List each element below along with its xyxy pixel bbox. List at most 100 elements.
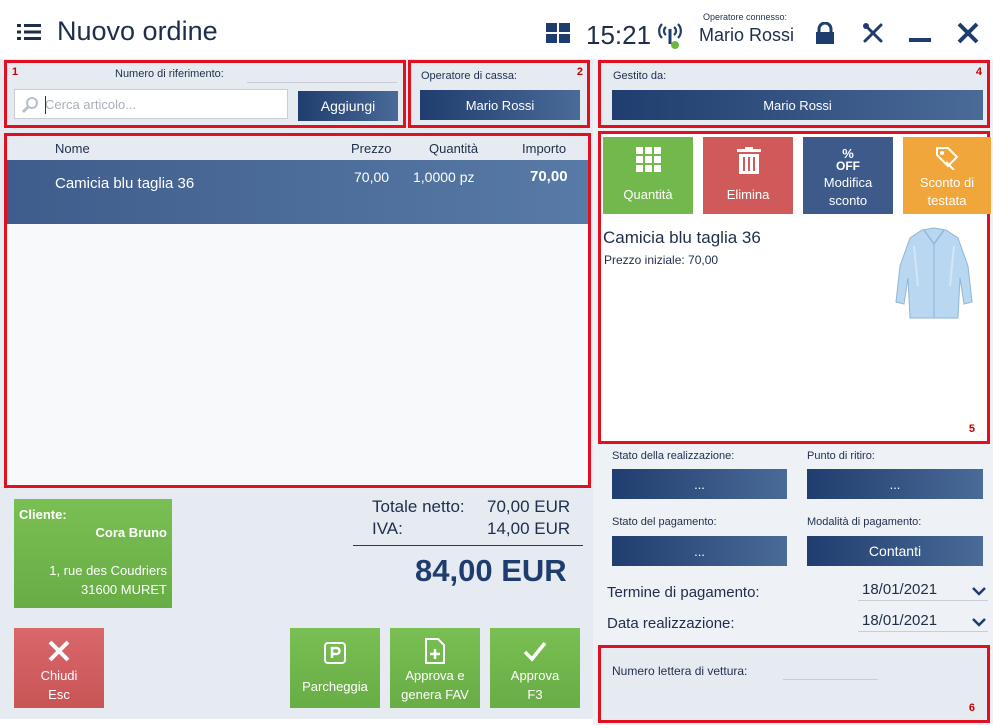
cashier-label: Operatore di cassa: bbox=[421, 70, 517, 82]
reference-underline bbox=[247, 82, 397, 83]
approve-invoice-line2: genera FAV bbox=[401, 687, 469, 702]
payment-state-label: Stato del pagamento: bbox=[612, 516, 717, 528]
chevron-down-icon[interactable] bbox=[972, 584, 986, 596]
add-button[interactable]: Aggiungi bbox=[298, 91, 398, 121]
column-quantity[interactable]: Quantità bbox=[429, 141, 478, 156]
table-row[interactable]: Camicia blu taglia 36 70,00 1,0000 pz 70… bbox=[7, 160, 588, 224]
payment-term-date[interactable]: 18/01/2021 bbox=[862, 581, 937, 598]
park-button[interactable]: Parcheggia bbox=[290, 628, 380, 708]
vat-value: 14,00 EUR bbox=[487, 519, 571, 538]
section-number: 5 bbox=[968, 423, 975, 435]
payment-mode-button[interactable]: Contanti bbox=[807, 536, 983, 566]
realization-date-label: Data realizzazione: bbox=[607, 615, 735, 632]
cashier-button[interactable]: Mario Rossi bbox=[420, 90, 580, 120]
close-order-label: Chiudi bbox=[40, 668, 78, 683]
search-input[interactable]: Cerca articolo... bbox=[14, 89, 288, 119]
tools-icon[interactable] bbox=[862, 22, 884, 44]
chevron-down-icon[interactable] bbox=[972, 615, 986, 627]
items-section: 3 Nome Prezzo Quantità Importo Camicia b… bbox=[4, 133, 591, 488]
pickup-point-label: Punto di ritiro: bbox=[807, 450, 875, 462]
row-price: 70,00 bbox=[354, 169, 390, 185]
minimize-icon[interactable] bbox=[909, 38, 931, 42]
column-amount[interactable]: Importo bbox=[522, 141, 566, 156]
tiles-icon[interactable] bbox=[546, 23, 570, 43]
payment-state-button[interactable]: ... bbox=[612, 536, 787, 566]
waybill-input[interactable] bbox=[783, 676, 878, 680]
close-order-shortcut: Esc bbox=[48, 687, 70, 702]
approve-invoice-line1: Approva e bbox=[405, 668, 465, 683]
approve-shortcut: F3 bbox=[527, 687, 543, 702]
top-bar: Nuovo ordine 15:21 Operatore connesso: M… bbox=[0, 0, 993, 60]
document-add-icon bbox=[425, 638, 445, 664]
approve-invoice-button[interactable]: Approva e genera FAV bbox=[390, 628, 480, 708]
reference-section: 1 Numero di riferimento: Cerca articolo.… bbox=[4, 60, 406, 128]
column-price[interactable]: Prezzo bbox=[351, 141, 391, 156]
net-total-value: 70,00 EUR bbox=[487, 497, 571, 516]
delete-tile-label: Elimina bbox=[726, 187, 770, 202]
payment-mode-label: Modalità di pagamento: bbox=[807, 516, 922, 528]
managed-by-button[interactable]: Mario Rossi bbox=[612, 90, 983, 120]
managed-by-section: 4 Gestito da: Mario Rossi bbox=[598, 60, 990, 128]
header-discount-tile[interactable]: Sconto di testata bbox=[903, 137, 991, 214]
payment-term-underline bbox=[858, 600, 988, 601]
section-number: 1 bbox=[12, 66, 19, 78]
park-label: Parcheggia bbox=[302, 679, 368, 694]
checkmark-icon bbox=[523, 641, 547, 662]
text-cursor bbox=[45, 96, 46, 114]
waybill-section: 6 Numero lettera di vettura: bbox=[598, 645, 990, 723]
product-image bbox=[894, 226, 974, 326]
delete-tile[interactable]: Elimina bbox=[703, 137, 793, 214]
section-number: 6 bbox=[968, 702, 975, 714]
managed-by-label: Gestito da: bbox=[613, 70, 667, 82]
customer-card[interactable]: Cliente: Cora Bruno 1, rue des Coudriers… bbox=[14, 499, 172, 608]
close-icon[interactable] bbox=[957, 22, 979, 44]
product-name: Camicia blu taglia 36 bbox=[603, 228, 761, 247]
section-number: 4 bbox=[975, 66, 982, 78]
operator-name: Mario Rossi bbox=[699, 25, 795, 45]
net-total-label: Totale netto: bbox=[372, 497, 465, 516]
lock-icon[interactable] bbox=[814, 21, 836, 44]
row-quantity: 1,0000 pz bbox=[413, 169, 475, 185]
reference-label: Numero di riferimento: bbox=[115, 68, 224, 80]
connection-icon[interactable] bbox=[656, 18, 684, 50]
column-name[interactable]: Nome bbox=[55, 141, 90, 156]
menu-icon[interactable] bbox=[17, 22, 41, 42]
realization-date-underline bbox=[858, 631, 988, 632]
header-discount-tile-label: Sconto di testata bbox=[919, 175, 975, 208]
edit-discount-tile[interactable]: % OFF Modifica sconto bbox=[803, 137, 893, 214]
search-placeholder: Cerca articolo... bbox=[45, 97, 137, 112]
approve-button[interactable]: Approva F3 bbox=[490, 628, 580, 708]
edit-discount-tile-label: Modifica sconto bbox=[823, 175, 873, 208]
trash-icon bbox=[737, 147, 761, 174]
operator-caption: Operatore connesso: bbox=[703, 12, 788, 22]
tag-edit-icon bbox=[936, 147, 959, 170]
table-header: Nome Prezzo Quantità Importo bbox=[7, 136, 588, 160]
parking-icon bbox=[324, 642, 346, 664]
section-number: 2 bbox=[576, 66, 583, 78]
close-order-button[interactable]: Chiudi Esc bbox=[14, 628, 104, 708]
cashier-section: 2 Operatore di cassa: Mario Rossi bbox=[408, 60, 590, 128]
row-name: Camicia blu taglia 36 bbox=[55, 175, 195, 192]
approve-label: Approva bbox=[510, 668, 560, 683]
clock-time: 15:21 bbox=[586, 20, 652, 50]
item-detail-section: 5 Quantità Elimina % OFF Modifica sconto… bbox=[598, 131, 991, 444]
payment-term-label: Termine di pagamento: bbox=[607, 584, 760, 601]
quantity-tile-label: Quantità bbox=[623, 187, 673, 202]
quantity-tile[interactable]: Quantità bbox=[603, 137, 693, 214]
close-x-icon bbox=[48, 640, 70, 662]
grand-total: 84,00 EUR bbox=[415, 553, 567, 588]
realization-state-button[interactable]: ... bbox=[612, 469, 787, 499]
page-title: Nuovo ordine bbox=[57, 16, 218, 46]
waybill-label: Numero lettera di vettura: bbox=[612, 664, 748, 678]
pickup-point-button[interactable]: ... bbox=[807, 469, 983, 499]
customer-address-line1: 1, rue des Coudriers bbox=[49, 563, 167, 578]
discount-off-icon: OFF bbox=[836, 159, 860, 173]
customer-address-line2: 31600 MURET bbox=[81, 582, 167, 597]
initial-price: Prezzo iniziale: 70,00 bbox=[604, 253, 719, 267]
realization-date[interactable]: 18/01/2021 bbox=[862, 612, 937, 629]
customer-label: Cliente: bbox=[19, 507, 67, 522]
vat-label: IVA: bbox=[372, 519, 403, 538]
row-amount: 70,00 bbox=[530, 168, 568, 185]
grid-icon bbox=[636, 147, 661, 172]
search-icon bbox=[21, 97, 38, 114]
